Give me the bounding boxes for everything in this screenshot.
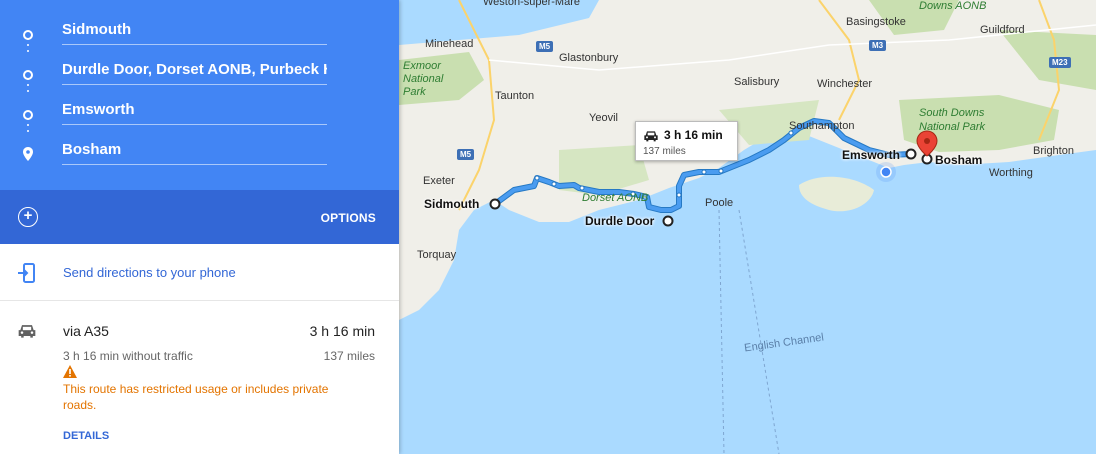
directions-panel: Sidmouth Durdle Door, Dorset AONB, Purbe… <box>0 0 399 454</box>
send-to-phone-icon <box>18 263 35 283</box>
send-directions-link[interactable]: Send directions to your phone <box>63 265 236 280</box>
map-town-label: Brighton <box>1033 145 1074 157</box>
car-icon <box>18 325 36 338</box>
route-without-traffic: 3 h 16 min without traffic <box>63 349 193 363</box>
map-town-label: Weston-super-Mare <box>483 0 580 8</box>
stop-row[interactable]: Sidmouth <box>0 20 399 60</box>
map-town-label: Worthing <box>989 167 1033 179</box>
map-canvas[interactable]: Weston-super-Mare Basingstoke Guildford … <box>399 0 1096 454</box>
map-town-label: Salisbury <box>734 76 780 88</box>
map-town-label: Glastonbury <box>559 52 619 64</box>
bubble-distance: 137 miles <box>643 146 686 157</box>
road-shield: M5 <box>457 149 475 160</box>
stop-input-durdle-door[interactable]: Durdle Door, Dorset AONB, Purbeck Her <box>62 60 327 85</box>
map-town-label: Basingstoke <box>846 16 906 28</box>
map-town-label: Exeter <box>423 175 455 187</box>
map-park-label: Dorset AONB <box>582 192 649 204</box>
send-to-phone-row[interactable]: Send directions to your phone <box>0 244 399 301</box>
map-park-label: Exmoor National Park <box>403 60 444 98</box>
details-button[interactable]: DETAILS <box>63 430 109 442</box>
map-town-label: Southampton <box>789 120 855 132</box>
map-marker-label-emsworth[interactable]: Emsworth <box>842 148 900 162</box>
map-marker-label-sidmouth[interactable]: Sidmouth <box>424 197 479 211</box>
car-icon <box>644 131 658 142</box>
bubble-duration: 3 h 16 min <box>664 128 723 142</box>
map-town-label: Minehead <box>425 38 474 50</box>
map-park-label: South Downs National Park <box>919 107 986 133</box>
stop-row[interactable]: Bosham <box>0 140 399 180</box>
route-warning: This route has restricted usage or inclu… <box>63 382 329 412</box>
route-distance: 137 miles <box>323 349 375 363</box>
stop-row[interactable]: Emsworth <box>0 100 399 140</box>
road-shield: M23 <box>1049 57 1071 68</box>
stop-input-sidmouth[interactable]: Sidmouth <box>62 20 327 45</box>
route-via: via A35 <box>63 323 109 339</box>
map-marker-label-durdle-door[interactable]: Durdle Door <box>585 214 654 228</box>
options-button[interactable]: OPTIONS <box>321 211 376 225</box>
road-shield: M3 <box>869 40 887 51</box>
options-bar: + OPTIONS <box>0 190 399 244</box>
warning-icon <box>63 365 77 378</box>
map-town-label: Yeovil <box>589 112 618 124</box>
map-town-label: Poole <box>705 197 734 209</box>
map-town-label: Guildford <box>980 24 1025 36</box>
map-town-label: Torquay <box>417 249 457 261</box>
stop-input-bosham[interactable]: Bosham <box>62 140 327 165</box>
route-option[interactable]: via A35 3 h 16 min 3 h 16 min without tr… <box>0 302 399 454</box>
add-destination-plus-icon[interactable]: + <box>18 207 38 227</box>
route-dots <box>27 118 29 136</box>
map-marker-label-bosham[interactable]: Bosham <box>935 153 982 167</box>
route-line[interactable] <box>399 0 1096 454</box>
destination-pin-icon <box>23 147 33 161</box>
road-shield: M5 <box>536 41 554 52</box>
map-park-label: Downs AONB <box>919 0 987 12</box>
route-dots <box>27 78 29 96</box>
route-dots <box>27 38 29 56</box>
route-duration: 3 h 16 min <box>309 323 375 339</box>
route-info-bubble[interactable]: 3 h 16 min 137 miles <box>635 121 738 161</box>
directions-header: Sidmouth Durdle Door, Dorset AONB, Purbe… <box>0 0 399 190</box>
map-town-label: Taunton <box>495 90 535 102</box>
stop-input-emsworth[interactable]: Emsworth <box>62 100 327 125</box>
map-town-label: Winchester <box>817 78 873 90</box>
stop-row[interactable]: Durdle Door, Dorset AONB, Purbeck Her <box>0 60 399 100</box>
